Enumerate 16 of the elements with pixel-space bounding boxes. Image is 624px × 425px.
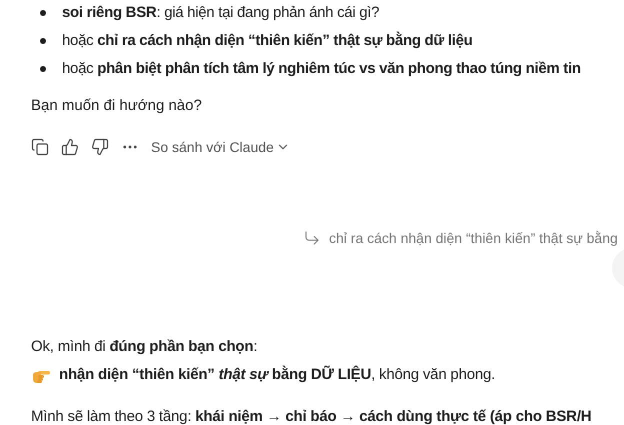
bullet-icon <box>40 10 46 16</box>
compare-button[interactable]: So sánh với Claude <box>151 136 290 158</box>
question-text: Bạn muốn đi hướng nào? <box>31 96 202 116</box>
thumbs-up-icon[interactable] <box>61 138 79 156</box>
bullet-icon <box>40 66 46 72</box>
reply-arrow-icon <box>303 229 321 247</box>
bullet-text: hoặc chỉ ra cách nhận diện “thiên kiến” thật sự bằng dữ liệu <box>62 30 472 51</box>
reply-text: nhận diện “thiên kiến” thật sự bằng DỮ LIỆU, không văn phong. <box>59 364 496 386</box>
bullet-icon <box>40 38 46 44</box>
quoted-text: chỉ ra cách nhận diện “thiên kiến” thật sự bằng <box>329 228 618 248</box>
bullet-text: soi riêng BSR: giá hiện tại đang phản ánh cái gì? <box>62 2 380 23</box>
bullet-text: hoặc phân biệt phân tích tâm lý nghiêm túc vs văn phong thao túng niềm tin <box>62 58 581 79</box>
reply-text: Mình sẽ làm theo 3 tầng: khái niệm → chỉ báo → cách dùng thực tế (áp cho BSR/H <box>31 407 592 425</box>
copy-icon[interactable] <box>31 138 49 156</box>
thumbs-down-icon[interactable] <box>91 138 109 156</box>
reply-text: Ok, mình đi đúng phần bạn chọn: <box>31 337 258 358</box>
